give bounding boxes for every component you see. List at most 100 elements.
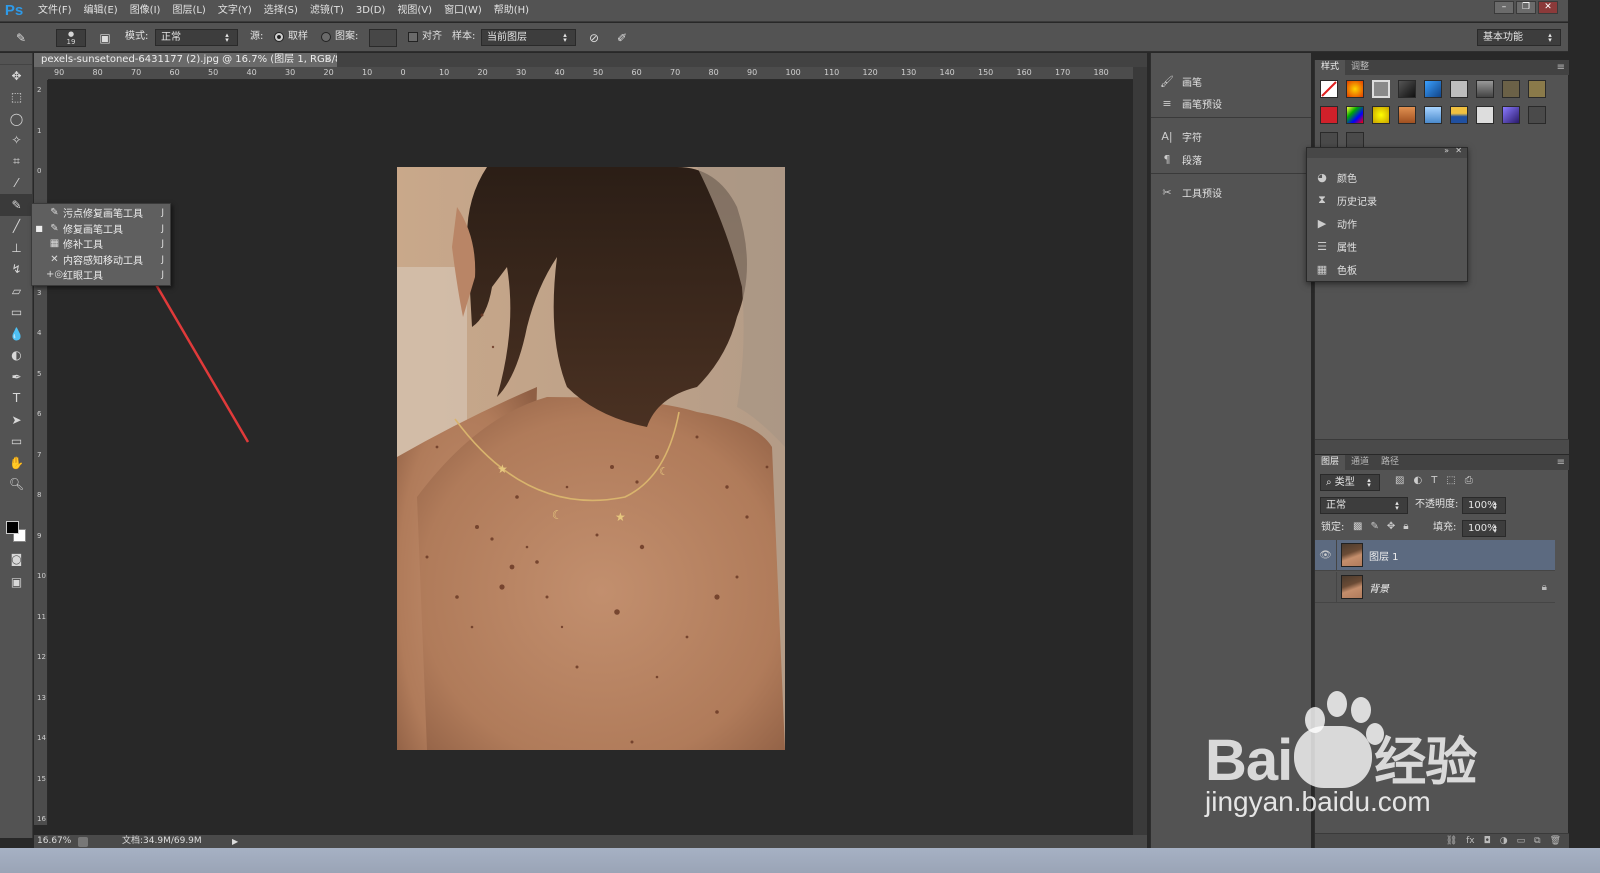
toolbox-grip[interactable]	[0, 53, 32, 65]
layer-filter-select[interactable]: ⌕ 类型	[1320, 474, 1380, 491]
lock-position-icon[interactable]: ✥	[1387, 521, 1395, 532]
hand-tool-icon[interactable]: ✋	[0, 452, 33, 474]
style-swatch[interactable]	[1502, 80, 1520, 98]
style-swatch[interactable]	[1528, 106, 1546, 124]
style-swatch[interactable]	[1502, 106, 1520, 124]
flyout-spot-healing[interactable]: ✎ 污点修复画笔工具 J	[32, 205, 170, 221]
style-swatch[interactable]	[1424, 106, 1442, 124]
style-swatch[interactable]	[1450, 106, 1468, 124]
workspace-select[interactable]: 基本功能	[1477, 29, 1561, 46]
marquee-tool-icon[interactable]: ⬚	[0, 87, 33, 109]
style-swatch[interactable]	[1372, 106, 1390, 124]
fill-input[interactable]: 100%	[1462, 520, 1506, 537]
layer-name[interactable]: 背景	[1369, 580, 1389, 595]
eyedropper-tool-icon[interactable]: ⁄	[0, 173, 33, 195]
style-swatch[interactable]	[1424, 80, 1442, 98]
filter-shape-icon[interactable]: ⬚	[1446, 475, 1455, 486]
filter-pixel-icon[interactable]: ▨	[1395, 475, 1404, 486]
menu-view[interactable]: 视图(V)	[391, 0, 438, 22]
float-close-icon[interactable]: ✕	[1455, 146, 1462, 155]
tab-channels[interactable]: 通道	[1345, 455, 1375, 470]
gradient-tool-icon[interactable]: ▭	[0, 302, 33, 324]
crop-tool-icon[interactable]: ⌗	[0, 151, 33, 173]
filter-adjustment-icon[interactable]: ◐	[1413, 475, 1422, 486]
healing-brush-tool-icon[interactable]: ✎	[0, 194, 33, 216]
document-tab[interactable]: pexels-sunsetoned-6431177 (2).jpg @ 16.7…	[34, 53, 337, 67]
zoom-tool-icon[interactable]: 🔍︎	[0, 474, 33, 496]
lock-all-icon[interactable]: 🔒︎	[1403, 521, 1408, 532]
adjustment-layer-icon[interactable]: ◑	[1500, 834, 1508, 848]
lasso-tool-icon[interactable]: ◯	[0, 108, 33, 130]
flyout-red-eye[interactable]: +◎ 红眼工具 J	[32, 267, 170, 283]
brush-tool-icon[interactable]: ╱	[0, 216, 33, 238]
style-swatch-none[interactable]	[1320, 80, 1338, 98]
tab-close-icon[interactable]: ×	[324, 53, 332, 67]
link-layers-icon[interactable]: ⛓	[1446, 834, 1457, 848]
sample-select[interactable]: 当前图层	[481, 29, 576, 46]
collapse-icon[interactable]: »	[1444, 146, 1449, 155]
visibility-empty-icon[interactable]	[1315, 571, 1337, 603]
quick-select-tool-icon[interactable]: ✧	[0, 130, 33, 152]
panel-paragraph[interactable]: ¶ 段落	[1151, 148, 1311, 170]
sampled-radio[interactable]	[274, 32, 284, 42]
layer-row[interactable]: 👁︎ 图层 1	[1315, 539, 1555, 571]
new-group-icon[interactable]: ▭	[1517, 834, 1526, 848]
pressure-icon[interactable]: ✐	[611, 29, 633, 47]
vertical-scrollbar[interactable]	[1133, 67, 1147, 835]
menu-image[interactable]: 图像(I)	[124, 0, 167, 22]
quick-mask-icon[interactable]: ◙	[0, 548, 33, 570]
tab-adjustments[interactable]: 调整	[1345, 60, 1375, 75]
layer-row[interactable]: 背景 🔒︎	[1315, 571, 1555, 603]
healing-brush-preset-icon[interactable]: ✎	[10, 29, 32, 47]
screen-mode-icon[interactable]: ▣	[0, 571, 33, 593]
tab-styles[interactable]: 样式	[1315, 60, 1346, 75]
flyout-content-aware-move[interactable]: ✕ 内容感知移动工具 J	[32, 252, 170, 268]
panel-properties[interactable]: ☰ 属性	[1307, 235, 1467, 257]
layers-menu-icon[interactable]: ≡	[1557, 455, 1569, 470]
style-swatch[interactable]	[1398, 80, 1416, 98]
aligned-checkbox[interactable]	[408, 32, 418, 42]
panel-actions[interactable]: ▶ 动作	[1307, 212, 1467, 234]
history-brush-tool-icon[interactable]: ↯	[0, 259, 33, 281]
delete-layer-icon[interactable]: 🗑︎	[1550, 834, 1561, 848]
style-swatch[interactable]	[1476, 106, 1494, 124]
add-mask-icon[interactable]: ◘	[1484, 834, 1491, 848]
panel-history[interactable]: ⧗ 历史记录	[1307, 189, 1467, 211]
flyout-healing-brush[interactable]: ■ ✎ 修复画笔工具 J	[32, 221, 170, 237]
filter-type-icon[interactable]: T	[1431, 475, 1437, 486]
ignore-adjustment-icon[interactable]: ⊘	[583, 29, 605, 47]
style-swatch[interactable]	[1346, 80, 1364, 98]
floating-panel-titlebar[interactable]: » ✕	[1307, 146, 1467, 158]
eraser-tool-icon[interactable]: ▱	[0, 280, 33, 302]
move-tool-icon[interactable]: ✥	[0, 65, 33, 87]
tab-paths[interactable]: 路径	[1375, 455, 1405, 470]
shape-tool-icon[interactable]: ▭	[0, 431, 33, 453]
new-layer-icon[interactable]: ⧉	[1534, 834, 1540, 848]
style-swatch[interactable]	[1398, 106, 1416, 124]
stamp-tool-icon[interactable]: ⊥	[0, 237, 33, 259]
menu-layer[interactable]: 图层(L)	[166, 0, 211, 22]
mode-select[interactable]: 正常	[155, 29, 238, 46]
lock-paint-icon[interactable]: ✎	[1370, 521, 1378, 532]
style-swatch[interactable]	[1528, 80, 1546, 98]
menu-filter[interactable]: 滤镜(T)	[304, 0, 350, 22]
style-swatch[interactable]	[1346, 106, 1364, 124]
layer-name[interactable]: 图层 1	[1369, 548, 1399, 563]
lock-pixels-icon[interactable]: ▩	[1353, 521, 1362, 532]
style-swatch[interactable]	[1372, 80, 1390, 98]
visibility-eye-icon[interactable]: 👁︎	[1315, 539, 1337, 571]
clone-source-icon[interactable]: ▣	[94, 29, 116, 47]
status-info-icon[interactable]	[78, 837, 88, 847]
style-swatch[interactable]	[1476, 80, 1494, 98]
panel-tool-presets[interactable]: ✂ 工具预设	[1151, 181, 1311, 203]
brush-size-picker[interactable]: ● 19	[56, 29, 86, 47]
status-arrow-icon[interactable]: ▶	[232, 835, 238, 848]
zoom-level[interactable]: 16.67%	[37, 835, 71, 848]
style-swatch[interactable]	[1450, 80, 1468, 98]
menu-help[interactable]: 帮助(H)	[488, 0, 535, 22]
close-button[interactable]: ✕	[1538, 1, 1558, 14]
panel-character[interactable]: A| 字符	[1151, 125, 1311, 147]
menu-select[interactable]: 选择(S)	[258, 0, 304, 22]
opacity-input[interactable]: 100%	[1462, 497, 1506, 514]
path-select-tool-icon[interactable]: ➤	[0, 409, 33, 431]
